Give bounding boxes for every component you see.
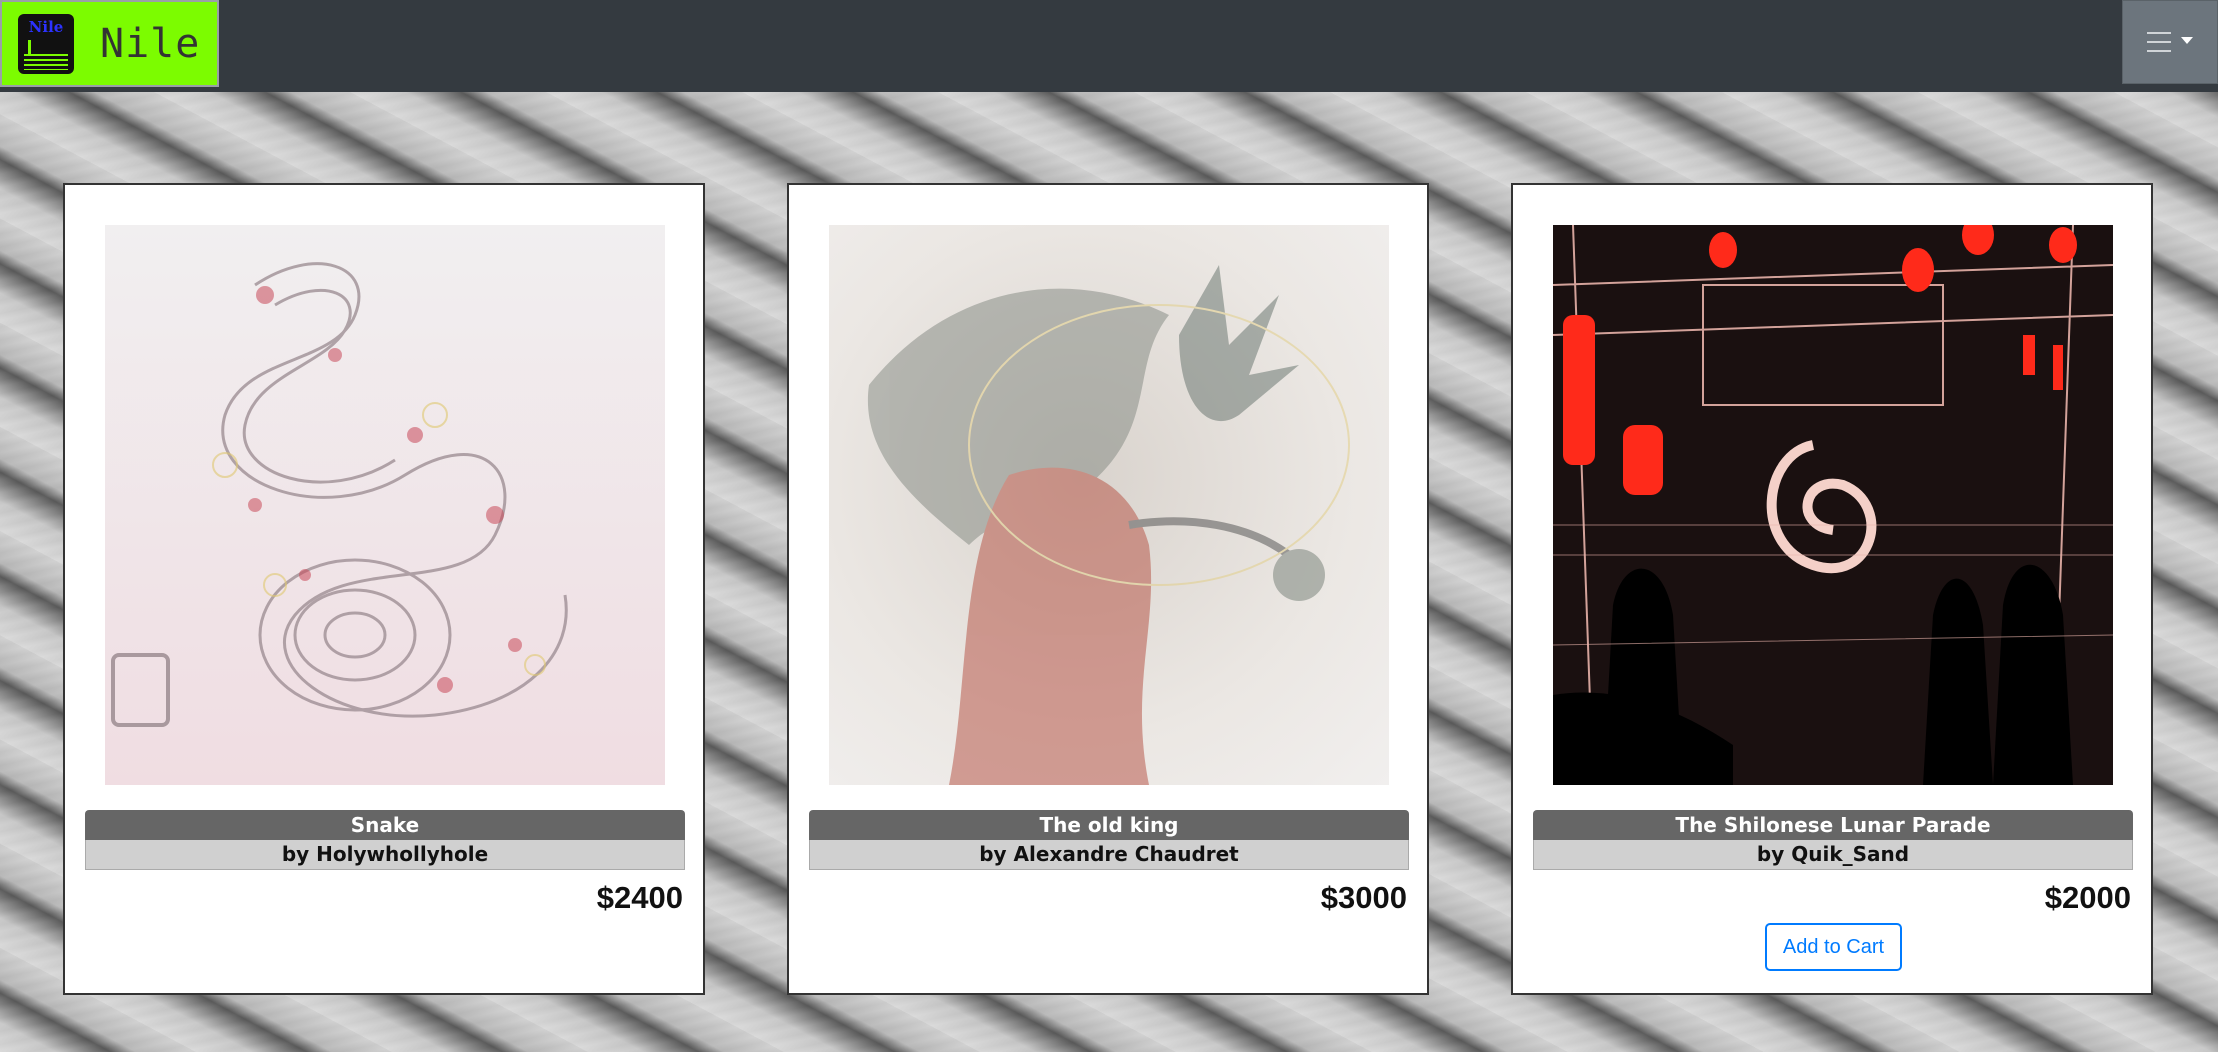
menu-toggle-button[interactable] [2122,0,2218,84]
snake-artwork[interactable] [105,225,665,785]
snake-illustration [111,262,568,727]
product-title: The Shilonese Lunar Parade [1533,810,2133,840]
product-title: The old king [809,810,1409,840]
lunar-parade-artwork[interactable] [1553,225,2113,785]
brand-name: Nile [100,20,201,67]
lunar-parade-illustration [1553,225,2113,785]
product-artist: by Holywhollyhole [85,840,685,870]
product-card-old-king: The old king by Alexandre Chaudret $3000 [787,183,1429,995]
old-king-illustration [867,265,1350,785]
product-price: $2000 [2044,880,2131,915]
caret-down-icon [2181,36,2193,44]
add-to-cart-button[interactable]: Add to Cart [1765,923,1902,971]
brand-home-link[interactable]: Nile Nile [0,0,219,87]
old-king-artwork[interactable] [829,225,1389,785]
hamburger-icon [2147,32,2171,52]
nile-logo: Nile [18,13,74,74]
product-card-lunar-parade: The Shilonese Lunar Parade by Quik_Sand … [1511,183,2153,995]
product-card-snake: Snake by Holywhollyhole $2400 [63,183,705,995]
navbar: Nile Nile [0,0,2218,92]
product-price: $3000 [1320,880,1407,915]
product-artist: by Quik_Sand [1533,840,2133,870]
product-artist: by Alexandre Chaudret [809,840,1409,870]
product-price: $2400 [596,880,683,915]
waves-icon [24,53,68,70]
product-title: Snake [85,810,685,840]
logo-text: Nile [28,17,64,36]
